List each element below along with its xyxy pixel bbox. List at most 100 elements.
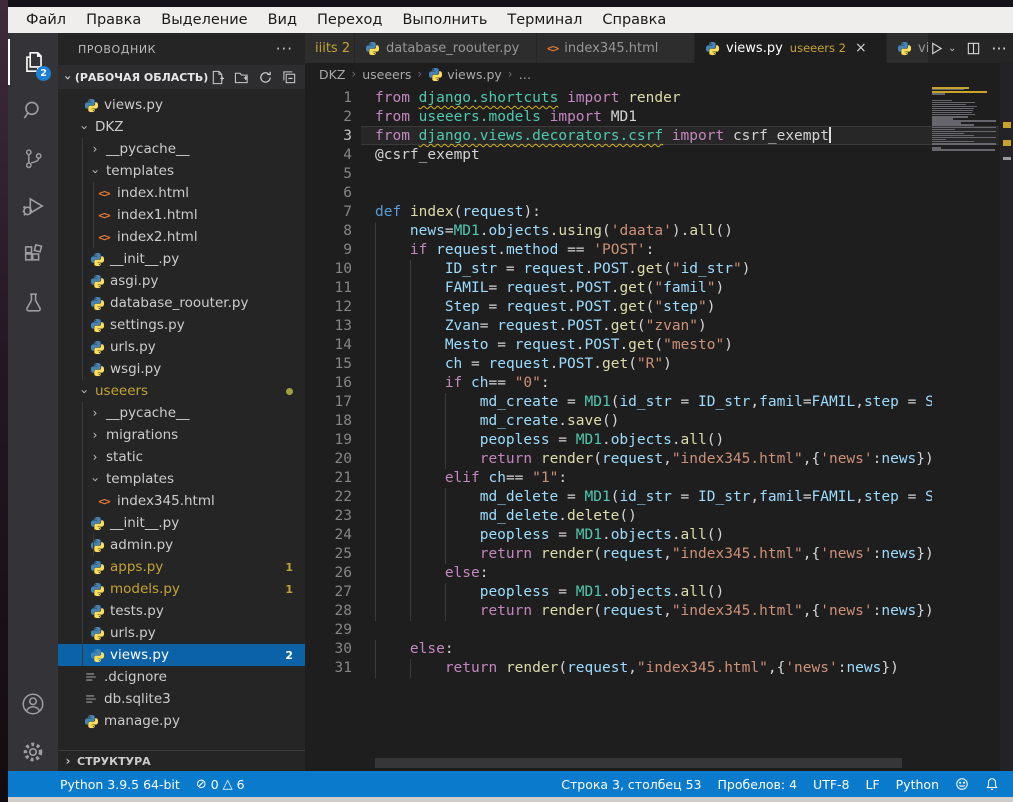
tree-item-models.py[interactable]: models.py1 <box>58 578 305 600</box>
menu-переход[interactable]: Переход <box>307 7 392 33</box>
tree-item-static[interactable]: ›static <box>58 446 305 468</box>
code-line-10[interactable]: ID_str = request.POST.get("id_str") <box>375 260 932 279</box>
code-line-26[interactable]: else: <box>375 564 932 583</box>
code-line-4[interactable]: @csrf_exempt <box>375 146 932 165</box>
activity-account-icon[interactable] <box>8 681 58 727</box>
code-line-17[interactable]: md_create = MD1(id_str = ID_str,famil=FA… <box>375 393 932 412</box>
menu-правка[interactable]: Правка <box>76 7 151 33</box>
code-line-23[interactable]: md_delete.delete() <box>375 507 932 526</box>
tree-item-__pycache__[interactable]: ›__pycache__ <box>58 402 305 424</box>
code-line-16[interactable]: if ch== "0": <box>375 374 932 393</box>
code-line-2[interactable]: from useeers.models import MD1 <box>375 108 932 127</box>
code-line-24[interactable]: peopless = MD1.objects.all() <box>375 526 932 545</box>
tree-item-templates[interactable]: ›templates <box>58 468 305 490</box>
code-line-11[interactable]: FAMIL= request.POST.get("famil") <box>375 279 932 298</box>
menu-вид[interactable]: Вид <box>258 7 307 33</box>
tree-item-wsgi.py[interactable]: wsgi.py <box>58 358 305 380</box>
code-line-9[interactable]: if request.method == 'POST': <box>375 241 932 260</box>
code-line-8[interactable]: news=MD1.objects.using('daata').all() <box>375 222 932 241</box>
tab-index345.html[interactable]: <>index345.html <box>537 33 695 63</box>
code-line-22[interactable]: md_delete = MD1(id_str = ID_str,famil=FA… <box>375 488 932 507</box>
split-editor-icon[interactable] <box>966 41 981 56</box>
close-icon[interactable]: × <box>855 40 867 56</box>
tree-item-apps.py[interactable]: apps.py1 <box>58 556 305 578</box>
tree-item-__init__.py[interactable]: __init__.py <box>58 248 305 270</box>
code-line-6[interactable] <box>375 184 932 203</box>
tree-item-index1.html[interactable]: <>index1.html <box>58 204 305 226</box>
code-line-14[interactable]: Mesto = request.POST.get("mesto") <box>375 336 932 355</box>
tree-item-urls.py[interactable]: urls.py <box>58 336 305 358</box>
activity-run-debug-icon[interactable] <box>8 183 58 229</box>
breadcrumb-item[interactable]: useeers <box>362 67 411 82</box>
menu-файл[interactable]: Файл <box>16 7 76 33</box>
notifications-bell-icon[interactable] <box>985 777 999 791</box>
language-mode[interactable]: Python <box>896 777 939 792</box>
activity-source-control-icon[interactable] <box>8 135 58 181</box>
code-line-5[interactable] <box>375 165 932 184</box>
breadcrumb-item[interactable]: … <box>519 67 532 82</box>
breadcrumb-item[interactable]: DKZ <box>319 67 345 82</box>
tree-item-db.sqlite3[interactable]: db.sqlite3 <box>58 688 305 710</box>
code-line-27[interactable]: peopless = MD1.objects.all() <box>375 583 932 602</box>
new-file-icon[interactable] <box>210 70 225 85</box>
activity-explorer-icon[interactable]: 2 <box>8 39 58 85</box>
encoding-setting[interactable]: UTF-8 <box>813 777 849 792</box>
code-line-15[interactable]: ch = request.POST.get("R") <box>375 355 932 374</box>
activity-testing-icon[interactable] <box>8 279 58 325</box>
code-line-12[interactable]: Step = request.POST.get("step") <box>375 298 932 317</box>
tree-item-index345.html[interactable]: <>index345.html <box>58 490 305 512</box>
code-line-29[interactable] <box>375 621 932 640</box>
new-folder-icon[interactable] <box>234 70 249 85</box>
activity-search-icon[interactable] <box>8 87 58 133</box>
more-actions-icon[interactable]: ··· <box>991 39 1006 58</box>
feedback-icon[interactable] <box>955 777 969 791</box>
tree-item-DKZ[interactable]: ›DKZ <box>58 116 305 138</box>
code-line-31[interactable]: return render(request,"index345.html",{'… <box>375 659 932 678</box>
breadcrumb[interactable]: DKZ›useeers›views.py›… <box>305 63 1013 85</box>
code-line-19[interactable]: peopless = MD1.objects.all() <box>375 431 932 450</box>
indentation-setting[interactable]: Пробелов: 4 <box>718 777 798 792</box>
menu-выделение[interactable]: Выделение <box>151 7 257 33</box>
breadcrumb-item[interactable]: views.py <box>447 67 502 82</box>
workspace-section-header[interactable]: › (РАБОЧАЯ ОБЛАСТЬ) ... <box>58 65 305 89</box>
tree-item-manage.py[interactable]: manage.py <box>58 710 305 732</box>
run-python-file-icon[interactable] <box>929 41 944 56</box>
code-content[interactable]: from django.shortcuts import renderfrom … <box>375 89 932 678</box>
cursor-position[interactable]: Строка 3, столбец 53 <box>561 777 701 792</box>
menu-справка[interactable]: Справка <box>592 7 676 33</box>
python-interpreter[interactable]: Python 3.9.5 64-bit <box>60 777 180 792</box>
code-line-30[interactable]: else: <box>375 640 932 659</box>
code-line-18[interactable]: md_create.save() <box>375 412 932 431</box>
horizontal-scrollbar[interactable] <box>375 758 902 768</box>
tree-item-useeers[interactable]: ›useeers <box>58 380 305 402</box>
tree-item-tests.py[interactable]: tests.py <box>58 600 305 622</box>
tree-item-templates[interactable]: ›templates <box>58 160 305 182</box>
menu-терминал[interactable]: Терминал <box>497 7 592 33</box>
tab-database_roouter.py[interactable]: database_roouter.py <box>355 33 537 63</box>
tree-item-views.py[interactable]: views.py <box>58 94 305 116</box>
tree-item-asgi.py[interactable]: asgi.py <box>58 270 305 292</box>
tab-iiits-2[interactable]: iiits 2● <box>305 33 355 63</box>
activity-extensions-icon[interactable] <box>8 231 58 277</box>
tree-item-views.py[interactable]: views.py2 <box>58 644 305 666</box>
code-line-21[interactable]: elif ch== "1": <box>375 469 932 488</box>
tree-item-index.html[interactable]: <>index.html <box>58 182 305 204</box>
tab-views.py[interactable]: views.pyuseeers 2× <box>695 33 887 63</box>
code-line-7[interactable]: def index(request): <box>375 203 932 222</box>
vertical-scrollbar[interactable] <box>1000 63 1013 771</box>
code-line-1[interactable]: from django.shortcuts import render <box>375 89 932 108</box>
tree-item-settings.py[interactable]: settings.py <box>58 314 305 336</box>
collapse-all-icon[interactable] <box>282 70 297 85</box>
tree-item-admin.py[interactable]: admin.py <box>58 534 305 556</box>
tree-item-migrations[interactable]: ›migrations <box>58 424 305 446</box>
run-dropdown-chevron-icon[interactable]: ⌄ <box>948 43 956 54</box>
menu-выполнить[interactable]: Выполнить <box>392 7 497 33</box>
tab-vie[interactable]: vie <box>887 33 929 63</box>
tree-item-__pycache__[interactable]: ›__pycache__ <box>58 138 305 160</box>
tree-item-__init__.py[interactable]: __init__.py <box>58 512 305 534</box>
refresh-icon[interactable] <box>258 70 273 85</box>
eol-setting[interactable]: LF <box>866 777 880 792</box>
tree-item-index2.html[interactable]: <>index2.html <box>58 226 305 248</box>
outline-section-header[interactable]: › СТРУКТУРА <box>58 750 305 771</box>
tree-item-database_roouter.py[interactable]: database_roouter.py <box>58 292 305 314</box>
